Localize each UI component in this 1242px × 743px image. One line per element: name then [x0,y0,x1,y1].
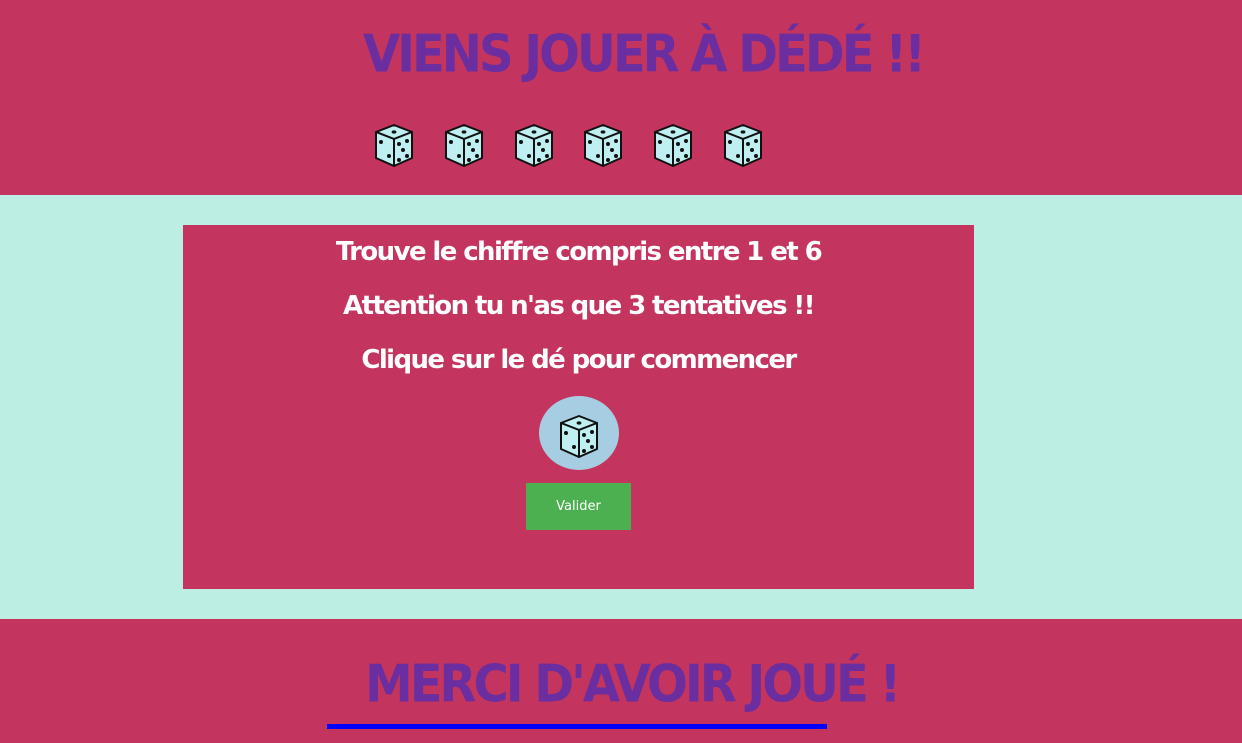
dice-icon [651,122,695,168]
instruction-start: Clique sur le dé pour commencer [361,345,797,375]
dice-icon [442,122,486,168]
dice-icon [721,122,765,168]
footer-title: MERCI D'AVOIR JOUÉ ! [365,653,901,715]
footer: MERCI D'AVOIR JOUÉ ! [0,619,1242,743]
footer-divider [327,724,827,729]
validate-button[interactable]: Valider [526,483,631,530]
dice-icon [557,413,601,459]
roll-die-button[interactable] [539,396,619,470]
header: VIENS JOUER À DÉDÉ !! [0,0,1242,195]
main-area: Trouve le chiffre compris entre 1 et 6 A… [0,195,1242,619]
instruction-range: Trouve le chiffre compris entre 1 et 6 [335,237,823,267]
dice-icon [581,122,625,168]
dice-icon [512,122,556,168]
page-title: VIENS JOUER À DÉDÉ !! [363,23,926,85]
dice-icon [372,122,416,168]
instruction-attempts: Attention tu n'as que 3 tentatives !! [343,291,815,321]
game-card: Trouve le chiffre compris entre 1 et 6 A… [183,225,974,589]
